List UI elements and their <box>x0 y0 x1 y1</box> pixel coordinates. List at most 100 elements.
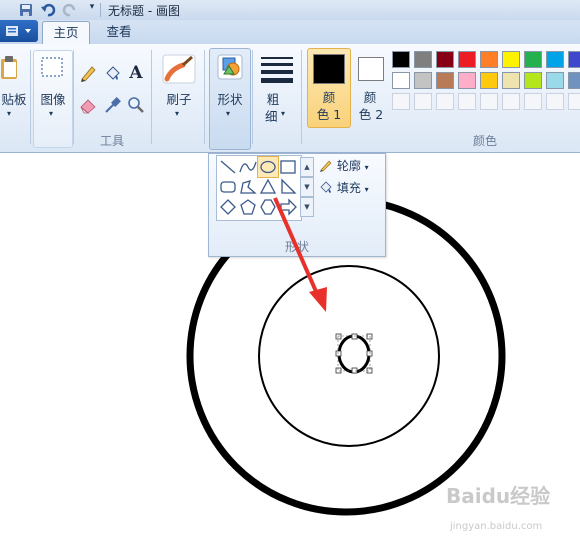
shapes-label: 形状 <box>217 92 243 107</box>
group-divider <box>252 50 253 144</box>
color-swatch[interactable] <box>480 51 498 68</box>
color-swatch[interactable] <box>502 51 520 68</box>
empty-color-slot[interactable] <box>480 93 498 110</box>
empty-color-slot[interactable] <box>568 93 580 110</box>
fill-button[interactable]: 填充 ▾ <box>319 179 369 196</box>
color-swatch[interactable] <box>414 72 432 89</box>
color-swatch[interactable] <box>392 51 410 68</box>
chevron-down-icon: ▾ <box>281 109 286 118</box>
size-button[interactable]: 粗 细 ▾ <box>256 50 298 132</box>
magnifier-icon[interactable] <box>125 94 147 116</box>
empty-color-slot[interactable] <box>524 93 542 110</box>
curve-icon[interactable] <box>238 157 258 177</box>
selection-handles <box>335 333 373 374</box>
watermark-logo: Baidu经验 <box>446 480 550 509</box>
outline-label: 轮廓 <box>336 159 361 173</box>
color-palette <box>392 51 580 117</box>
window-title: 无标题 - 画图 <box>108 4 180 18</box>
file-menu-button[interactable] <box>0 20 38 42</box>
color-swatch[interactable] <box>546 72 564 89</box>
small-ellipse <box>337 334 371 374</box>
group-divider <box>73 50 74 144</box>
middle-circle <box>258 265 440 447</box>
clipboard-icon <box>1 56 17 79</box>
color-swatch[interactable] <box>392 72 410 89</box>
empty-color-slot[interactable] <box>436 93 454 110</box>
color-picker-icon[interactable] <box>101 94 123 116</box>
tab-home[interactable]: 主页 <box>42 21 90 44</box>
empty-color-slot[interactable] <box>458 93 476 110</box>
outline-pencil-icon <box>319 158 333 172</box>
tab-view[interactable]: 查看 <box>96 21 142 43</box>
rounded-rectangle-icon[interactable] <box>218 177 238 197</box>
save-icon[interactable] <box>18 2 34 18</box>
color-swatch[interactable] <box>524 72 542 89</box>
chevron-down-icon: ▾ <box>226 109 231 118</box>
customize-toolbar-icon[interactable]: ▾ <box>84 2 100 18</box>
pencil-icon[interactable] <box>77 62 99 84</box>
empty-color-slot[interactable] <box>546 93 564 110</box>
rectangle-icon[interactable] <box>278 157 298 177</box>
color1-swatch <box>313 54 345 84</box>
color-swatch[interactable] <box>524 51 542 68</box>
chevron-down-icon: ▾ <box>364 185 369 194</box>
select-icon <box>41 57 63 77</box>
brush-icon <box>162 54 196 84</box>
color-swatch[interactable] <box>414 51 432 68</box>
paste-button[interactable]: 贴板 ▾ <box>0 50 30 122</box>
redo-icon[interactable] <box>62 2 78 18</box>
gallery-more[interactable]: ▼ <box>300 197 314 217</box>
color-swatch[interactable] <box>546 51 564 68</box>
brushes-label: 刷子 <box>166 92 192 107</box>
undo-icon[interactable] <box>40 2 56 18</box>
polygon-icon[interactable] <box>238 177 258 197</box>
color-swatch[interactable] <box>436 72 454 89</box>
hexagon-icon[interactable] <box>258 197 278 217</box>
empty-color-slot[interactable] <box>392 93 410 110</box>
watermark-url: jingyan.baidu.com <box>450 521 543 532</box>
pentagon-icon[interactable] <box>238 197 258 217</box>
group-divider <box>301 50 302 144</box>
diamond-icon[interactable] <box>218 197 238 217</box>
line-icon[interactable] <box>218 157 238 177</box>
text-tool-icon[interactable]: A <box>125 62 147 84</box>
brushes-button[interactable]: 刷子 ▾ <box>157 50 201 122</box>
color2-label-bottom: 色 2 <box>358 107 384 122</box>
right-arrow-icon[interactable] <box>278 197 298 217</box>
empty-color-slot[interactable] <box>502 93 520 110</box>
color-swatch[interactable] <box>568 51 580 68</box>
color1-button[interactable]: 颜 色 1 <box>307 48 351 128</box>
triangle-icon[interactable] <box>258 177 278 197</box>
color2-button[interactable]: 颜 色 2 <box>352 48 390 128</box>
gallery-scroll-down[interactable]: ▼ <box>300 177 314 197</box>
shapes-button[interactable]: 形状 ▾ <box>209 48 251 150</box>
image-button[interactable]: 图像 ▾ <box>33 50 73 148</box>
color2-swatch <box>358 57 384 81</box>
color-swatch[interactable] <box>480 72 498 89</box>
fill-label: 填充 <box>336 181 361 195</box>
chevron-down-icon: ▾ <box>49 109 54 118</box>
chevron-down-icon: ▾ <box>175 109 180 118</box>
watermark-brand: Baidu经验 <box>446 484 551 508</box>
paste-label: 贴板 <box>1 92 27 107</box>
oval-icon[interactable] <box>257 156 279 178</box>
empty-color-slot[interactable] <box>414 93 432 110</box>
eraser-icon[interactable] <box>77 94 99 116</box>
color-swatch[interactable] <box>458 51 476 68</box>
color-swatch[interactable] <box>502 72 520 89</box>
size-label-bottom: 细 <box>265 109 278 124</box>
tools-group-label: 工具 <box>99 134 124 148</box>
line-width-icon <box>261 57 293 83</box>
fill-bucket-icon[interactable] <box>101 62 123 84</box>
color-swatch[interactable] <box>458 72 476 89</box>
title-divider <box>100 3 101 17</box>
right-triangle-icon[interactable] <box>278 177 298 197</box>
color-swatch[interactable] <box>436 51 454 68</box>
outline-button[interactable]: 轮廓 ▾ <box>319 157 369 174</box>
color1-label-bottom: 色 1 <box>316 107 342 122</box>
shapes-icon <box>217 54 243 80</box>
title-bar: ▾ 无标题 - 画图 <box>0 0 580 20</box>
gallery-scroll-up[interactable]: ▲ <box>300 157 314 177</box>
group-divider <box>151 50 152 144</box>
color-swatch[interactable] <box>568 72 580 89</box>
